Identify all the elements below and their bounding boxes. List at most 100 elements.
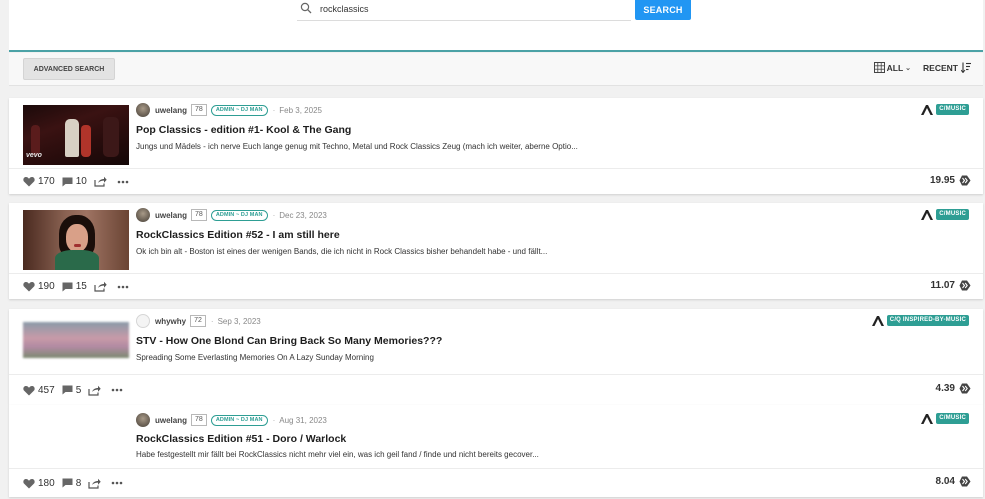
hive-payout-icon [959,175,971,186]
reblog-button[interactable] [88,385,104,396]
comment-count: 8 [75,477,82,489]
thumbnail-caption: vevo [26,152,42,159]
community-badge[interactable]: C/MUSIC [936,104,969,115]
vote-count: 170 [38,176,55,187]
heart-icon [23,177,35,187]
post-thumbnail[interactable]: vevo [23,105,129,165]
post-footer: 190 15 11.07 [9,273,983,299]
post-author[interactable]: uwelang [155,211,187,220]
post-title[interactable]: RockClassics Edition #51 - Doro / Warloc… [136,433,346,445]
vote-count: 180 [38,477,55,489]
comments-button[interactable]: 10 [62,176,87,187]
reblog-button[interactable] [88,478,104,489]
search-input[interactable] [320,1,620,17]
more-icon [117,285,129,288]
payout-value[interactable]: 19.95 [930,175,971,186]
comment-icon [62,282,73,291]
post-date: Aug 31, 2023 [272,416,327,425]
share-icon [94,281,107,292]
filter-controls: ALL ⌄ RECENT [873,62,971,73]
heart-icon [23,478,35,488]
more-icon [117,180,129,183]
comments-button[interactable]: 15 [62,281,87,292]
payout-amount: 11.07 [930,280,955,291]
post-author[interactable]: uwelang [155,416,187,425]
community-tag[interactable]: C/MUSIC [921,104,969,115]
community-badge[interactable]: C/Q INSPIRED-BY-MUSIC [886,315,969,326]
reblog-button[interactable] [94,176,110,187]
advanced-search-button[interactable]: ADVANCED SEARCH [23,58,115,80]
search-button[interactable]: SEARCH [635,0,691,20]
hive-logo-icon [921,413,934,424]
post-description[interactable]: Habe festgestellt mir fällt bei RockClas… [136,450,539,459]
post-footer: 457 5 4.39 [9,374,983,405]
comment-count: 10 [75,176,87,187]
role-badge: ADMIN ~ DJ MAN [210,104,268,116]
reputation-badge: 78 [191,104,207,116]
post-title[interactable]: RockClassics Edition #52 - I am still he… [136,229,340,241]
reputation-badge: 78 [191,414,207,426]
payout-value[interactable]: 8.04 [936,476,971,487]
search-box [297,0,631,21]
comments-button[interactable]: 8 [62,477,82,489]
comments-button[interactable]: 5 [62,385,81,396]
more-options-button[interactable] [117,285,132,289]
chevron-down-icon: ⌄ [905,64,912,72]
payout-amount: 8.04 [935,476,955,487]
type-filter-dropdown[interactable]: ALL [887,63,904,73]
payout-value[interactable]: 4.39 [936,383,971,394]
comment-count: 15 [75,281,87,292]
role-badge: ADMIN ~ DJ MAN [210,414,268,426]
post-meta: uwelang 78 ADMIN ~ DJ MAN Aug 31, 2023 [136,413,327,427]
hive-payout-icon [959,280,971,291]
post-card[interactable]: vevo uwelang 78 ADMIN ~ DJ MAN Feb 3, 20… [9,98,983,194]
post-thumbnail[interactable] [23,210,129,270]
post-author[interactable]: uwelang [155,106,187,115]
post-date: Feb 3, 2025 [272,106,322,115]
post-footer: 170 10 19.95 [9,168,983,194]
vote-count: 457 [38,384,55,396]
post-card[interactable]: whywhy 72 Sep 3, 2023 STV - How One Blon… [9,309,983,405]
sort-icon[interactable] [961,62,971,73]
avatar[interactable] [136,208,150,222]
more-icon [111,388,123,392]
share-icon [88,385,101,396]
payout-value[interactable]: 11.07 [931,280,971,291]
community-tag[interactable]: C/MUSIC [921,413,969,424]
comment-icon [62,177,73,186]
post-title[interactable]: STV - How One Blond Can Bring Back So Ma… [136,335,442,347]
post-card[interactable]: uwelang 78 ADMIN ~ DJ MAN Dec 23, 2023 R… [9,203,983,299]
upvote-button[interactable]: 457 [23,385,55,396]
post-title[interactable]: Pop Classics - edition #1- Kool & The Ga… [136,124,351,136]
post-thumbnail[interactable] [23,322,129,358]
post-description[interactable]: Ok ich bin alt - Boston ist eines der we… [136,247,547,256]
post-meta: whywhy 72 Sep 3, 2023 [136,314,261,328]
more-options-button[interactable] [117,180,132,184]
comment-icon [62,478,73,488]
payout-amount: 4.39 [935,383,955,394]
avatar[interactable] [136,103,150,117]
post-description[interactable]: Spreading Some Everlasting Memories On A… [136,353,374,362]
more-options-button[interactable] [111,388,126,392]
community-tag[interactable]: C/Q INSPIRED-BY-MUSIC [871,315,969,326]
heart-icon [23,385,35,395]
avatar[interactable] [136,413,150,427]
post-meta: uwelang 78 ADMIN ~ DJ MAN Dec 23, 2023 [136,208,327,222]
upvote-button[interactable]: 170 [23,176,55,187]
reblog-button[interactable] [94,281,110,292]
sort-dropdown[interactable]: RECENT [923,63,958,73]
post-card[interactable]: uwelang 78 ADMIN ~ DJ MAN Aug 31, 2023 R… [9,405,983,497]
more-options-button[interactable] [111,481,126,485]
avatar[interactable] [136,314,150,328]
post-footer: 180 8 8.04 [9,468,983,497]
post-author[interactable]: whywhy [155,317,186,326]
community-badge[interactable]: C/MUSIC [936,413,969,424]
table-icon [873,62,885,73]
community-tag[interactable]: C/MUSIC [921,209,969,220]
upvote-button[interactable]: 190 [23,281,55,292]
community-badge[interactable]: C/MUSIC [936,209,969,220]
post-date: Dec 23, 2023 [272,211,327,220]
post-description[interactable]: Jungs und Mädels - ich nerve Euch lange … [136,142,578,151]
upvote-button[interactable]: 180 [23,478,55,489]
hive-logo-icon [921,209,934,220]
